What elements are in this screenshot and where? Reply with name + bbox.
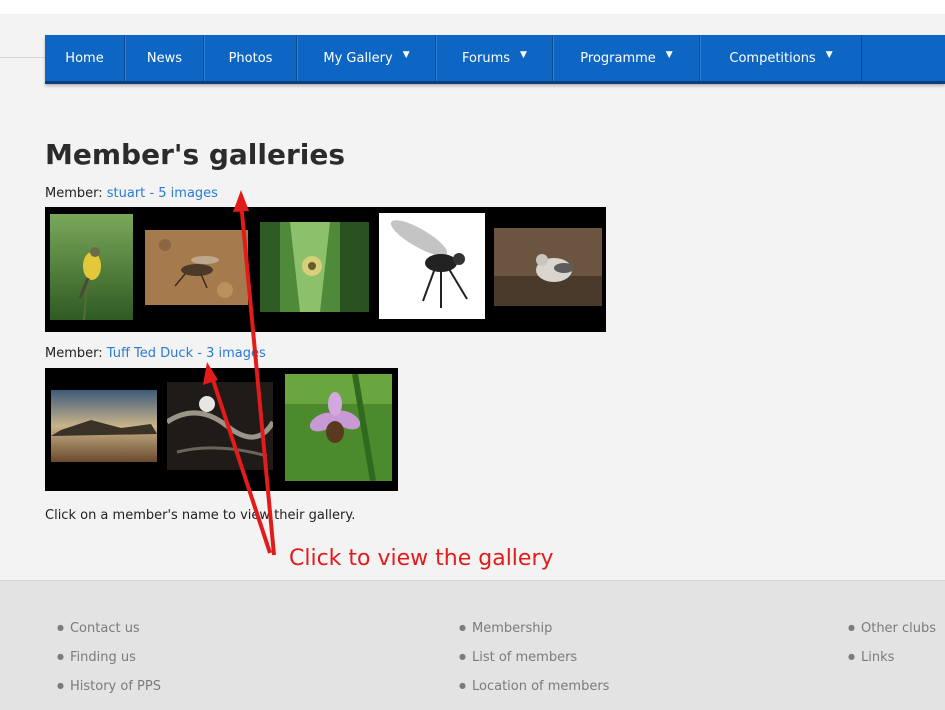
bullet-icon: ● — [459, 681, 466, 690]
bullet-icon: ● — [459, 652, 466, 661]
footer-link-label: Links — [860, 650, 895, 665]
footer-column-1: ● Contact us ● Finding us ● History of PPS — [57, 621, 161, 708]
annotation-text: Click to view the gallery — [289, 546, 554, 571]
footer-link-other-clubs[interactable]: ● Other clubs — [848, 621, 945, 650]
bullet-icon: ● — [57, 681, 64, 690]
footer-link-label: List of members — [471, 650, 578, 665]
footer-link-finding-us[interactable]: ● Finding us — [57, 650, 161, 679]
bullet-icon: ● — [57, 652, 64, 661]
bullet-icon: ● — [848, 623, 855, 632]
footer-link-label: Membership — [471, 621, 553, 636]
footer-link-label: History of PPS — [69, 679, 161, 694]
footer-column-3: ● Other clubs ● Links — [848, 621, 945, 679]
footer-link-label: Location of members — [471, 679, 610, 694]
footer-link-list-of-members[interactable]: ● List of members — [459, 650, 609, 679]
footer-link-history[interactable]: ● History of PPS — [57, 679, 161, 708]
bullet-icon: ● — [848, 652, 855, 661]
footer-link-membership[interactable]: ● Membership — [459, 621, 609, 650]
footer-link-links[interactable]: ● Links — [848, 650, 945, 679]
footer: ● Contact us ● Finding us ● History of PPS … — [0, 580, 945, 710]
footer-link-contact-us[interactable]: ● Contact us — [57, 621, 161, 650]
footer-link-label: Contact us — [69, 621, 140, 636]
footer-link-label: Finding us — [69, 650, 136, 665]
footer-link-label: Other clubs — [860, 621, 937, 636]
footer-link-location-of-members[interactable]: ● Location of members — [459, 679, 609, 708]
footer-column-2: ● Membership ● List of members ● Location o… — [459, 621, 609, 708]
bullet-icon: ● — [57, 623, 64, 632]
bullet-icon: ● — [459, 623, 466, 632]
